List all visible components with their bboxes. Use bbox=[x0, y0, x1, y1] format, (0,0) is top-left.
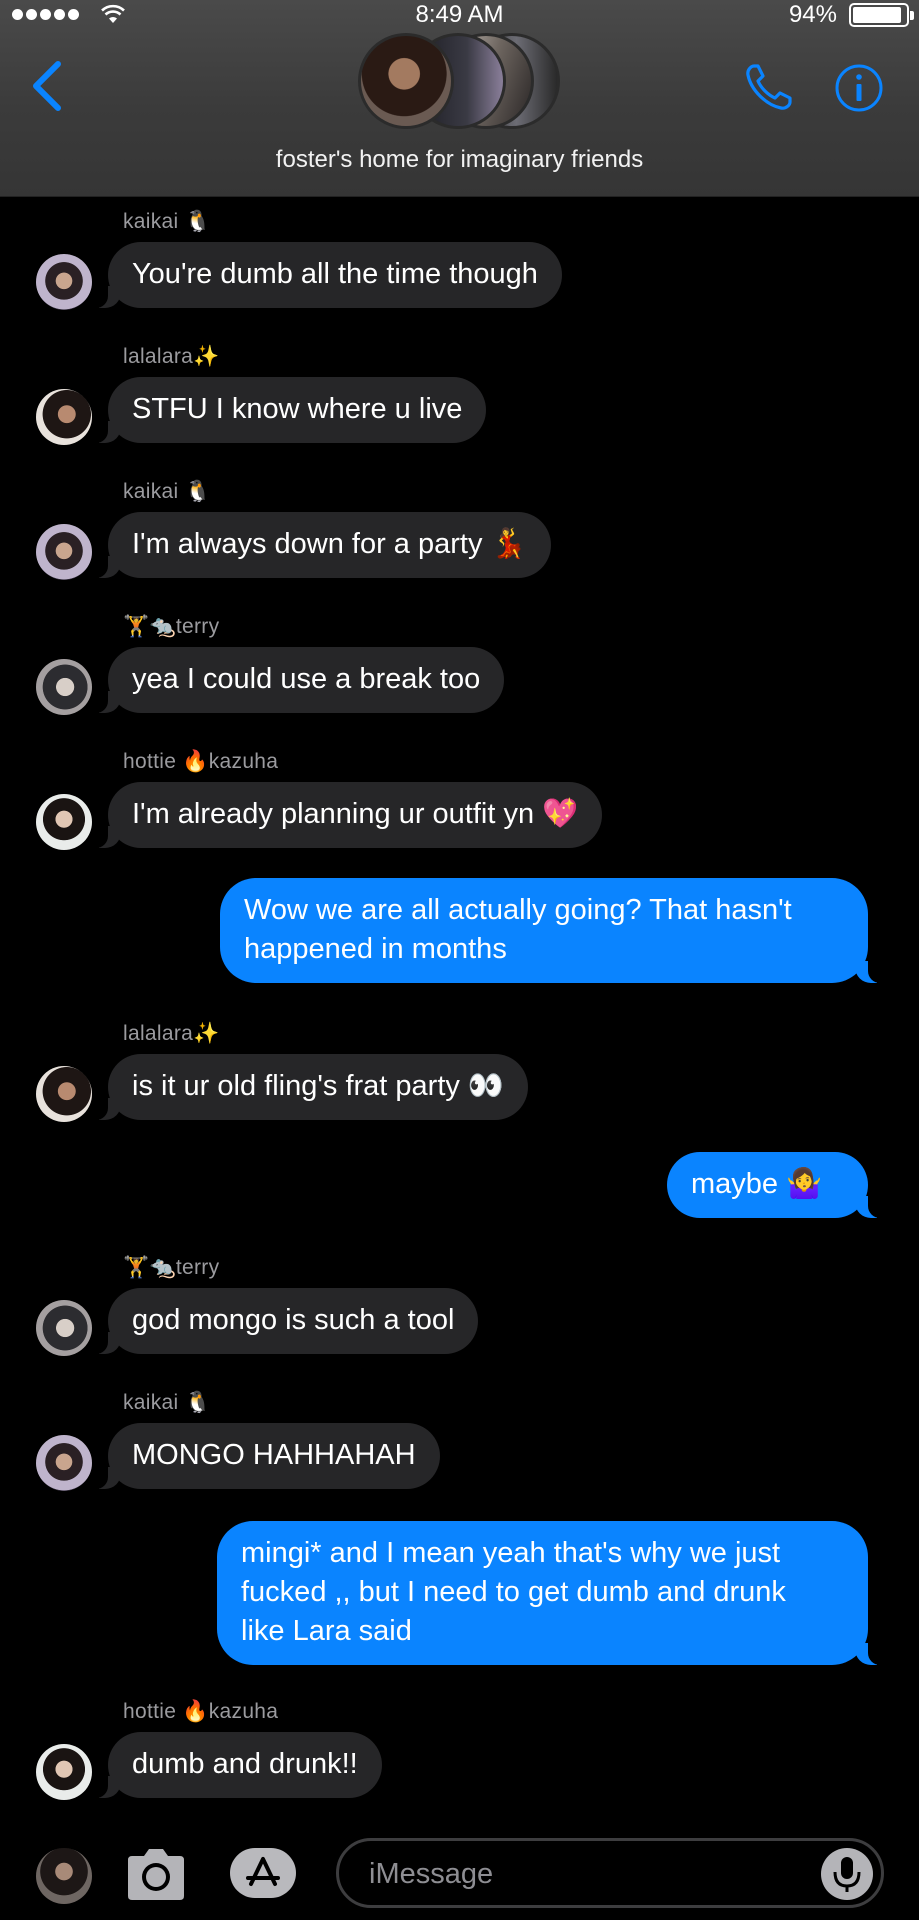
avatar[interactable] bbox=[36, 1848, 92, 1904]
message-bubble-incoming[interactable]: STFU I know where u live bbox=[91, 377, 487, 443]
status-bar: 8:49 AM 94% bbox=[0, 0, 919, 30]
sender-name: 🏋🐀terry bbox=[123, 1256, 220, 1279]
message-bubble-incoming[interactable]: god mongo is such a tool bbox=[91, 1288, 479, 1354]
message-bubble-outgoing[interactable]: Wow we are all actually going? That hasn… bbox=[220, 878, 884, 983]
microphone-icon[interactable] bbox=[821, 1848, 873, 1900]
message-bubble-incoming[interactable]: I'm already planning ur outfit yn 💖 bbox=[91, 782, 603, 848]
message-bubble-incoming[interactable]: MONGO HAHHAHAH bbox=[92, 1423, 440, 1489]
avatar[interactable] bbox=[36, 659, 92, 715]
message-bubble-outgoing[interactable]: mingi* and I mean yeah that's why we jus… bbox=[217, 1521, 884, 1665]
app-store-icon[interactable] bbox=[230, 1848, 296, 1898]
sender-name: kaikai 🐧 bbox=[123, 480, 212, 503]
message-input[interactable]: iMessage bbox=[336, 1838, 884, 1908]
message-bubble-outgoing[interactable]: maybe 🤷‍♀️ bbox=[667, 1152, 884, 1218]
sender-name: kaikai 🐧 bbox=[123, 1391, 212, 1414]
battery-percent: 94% bbox=[788, 1, 837, 28]
group-avatars[interactable] bbox=[358, 33, 560, 133]
chevron-left-icon[interactable] bbox=[28, 58, 68, 114]
sender-name: kaikai 🐧 bbox=[123, 210, 212, 233]
sender-name: hottie 🔥kazuha bbox=[123, 750, 279, 773]
sender-name: hottie 🔥kazuha bbox=[123, 1700, 279, 1723]
message-bubble-incoming[interactable]: You're dumb all the time though bbox=[92, 242, 562, 308]
avatar[interactable] bbox=[36, 1744, 92, 1800]
message-bubble-incoming[interactable]: is it ur old fling's frat party 👀 bbox=[91, 1054, 529, 1120]
message-bubble-incoming[interactable]: dumb and drunk!! bbox=[92, 1732, 382, 1798]
camera-icon[interactable] bbox=[124, 1844, 188, 1904]
avatar bbox=[358, 33, 454, 129]
sender-name: 🏋🐀terry bbox=[123, 615, 220, 638]
message-input-placeholder: iMessage bbox=[369, 1858, 494, 1890]
avatar[interactable] bbox=[36, 1066, 92, 1122]
group-name[interactable]: foster's home for imaginary friends bbox=[0, 146, 919, 174]
battery-icon bbox=[849, 3, 914, 27]
status-time: 8:49 AM bbox=[415, 1, 504, 28]
avatar[interactable] bbox=[36, 794, 92, 850]
avatar[interactable] bbox=[36, 254, 92, 310]
sender-name: lalalara✨ bbox=[123, 345, 220, 368]
avatar[interactable] bbox=[36, 1435, 92, 1491]
avatar[interactable] bbox=[36, 1300, 92, 1356]
compose-bar: iMessage bbox=[0, 1826, 919, 1920]
avatar[interactable] bbox=[36, 389, 92, 445]
message-bubble-incoming[interactable]: I'm always down for a party 💃 bbox=[92, 512, 551, 578]
sender-name: lalalara✨ bbox=[123, 1022, 220, 1045]
conversation-header: 8:49 AM 94% foster's home for imaginary … bbox=[0, 0, 919, 197]
phone-icon[interactable] bbox=[742, 60, 796, 114]
info-icon[interactable] bbox=[834, 63, 884, 113]
message-bubble-incoming[interactable]: yea I could use a break too bbox=[91, 647, 505, 713]
avatar[interactable] bbox=[36, 524, 92, 580]
